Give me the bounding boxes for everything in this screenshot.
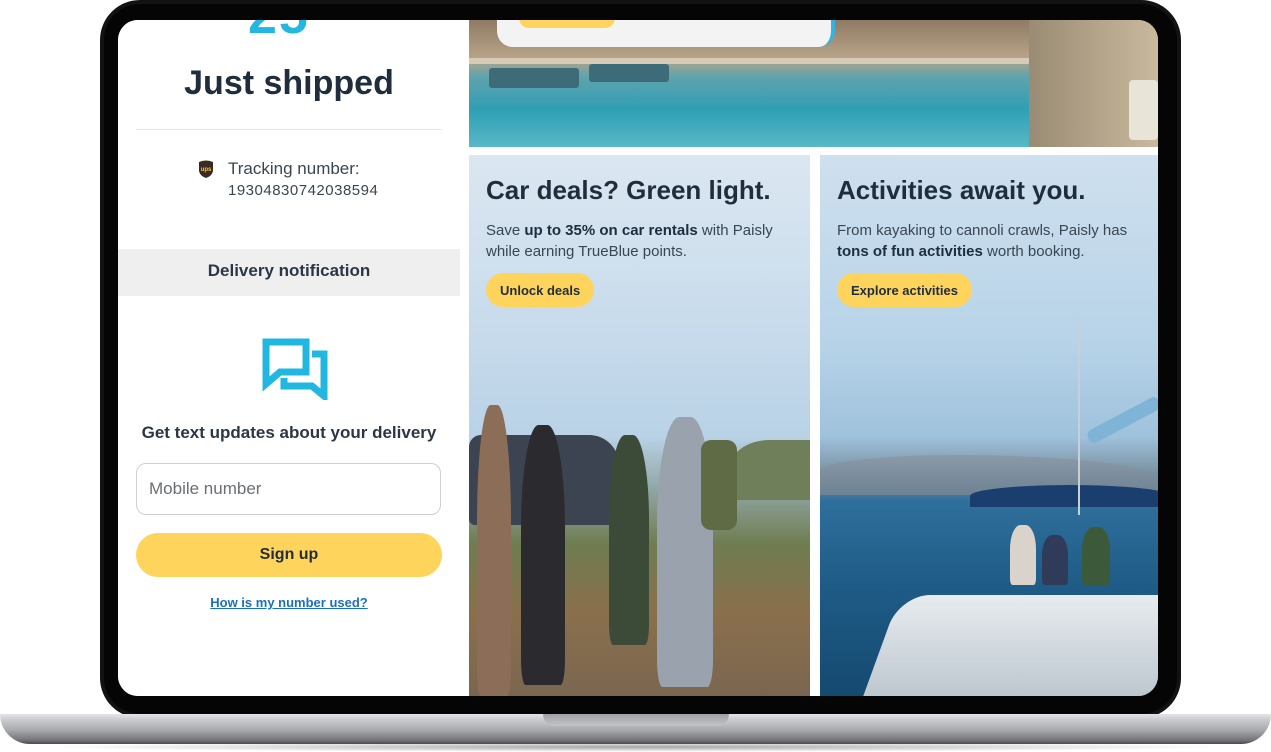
overlay-card-button[interactable] <box>519 20 615 28</box>
passenger-figure <box>1082 527 1110 585</box>
number-usage-link[interactable]: How is my number used? <box>118 595 460 610</box>
notification-header: Delivery notification <box>207 261 371 280</box>
passenger-figure <box>1042 535 1068 585</box>
activities-title: Activities await you. <box>837 175 1086 205</box>
ups-logo-icon: ups <box>199 160 213 178</box>
boat-boom <box>1085 395 1158 445</box>
resort-pool-image <box>469 20 1158 147</box>
mobile-number-input[interactable] <box>136 463 441 515</box>
unlock-deals-button[interactable]: Unlock deals <box>486 273 595 307</box>
shipping-panel: 25 Just shipped ups Tracking number: 193… <box>118 20 469 696</box>
tracking-number[interactable]: 19304830742038594 <box>228 182 378 199</box>
tracking-label: Tracking number: <box>228 159 360 178</box>
boat-deck <box>859 595 1158 696</box>
text-updates-prompt: Get text updates about your delivery <box>141 423 437 442</box>
sign-up-button[interactable]: Sign up <box>136 533 442 577</box>
hiker-figure <box>609 435 649 645</box>
car-deals-description: Save up to 35% on car rentals with Paisl… <box>486 220 786 262</box>
page-title: Just shipped <box>184 64 394 102</box>
divider <box>136 129 442 130</box>
activities-panel: Activities await you. From kayaking to c… <box>820 155 1158 696</box>
activities-description: From kayaking to cannoli crawls, Paisly … <box>837 220 1137 262</box>
towel-stack <box>1129 80 1158 140</box>
hiker-figure <box>521 425 565 685</box>
laptop-hinge-notch <box>543 714 729 726</box>
boat-canopy <box>970 485 1158 507</box>
activities-body-bold: tons of fun activities <box>837 243 983 260</box>
activities-body-suffix: worth booking. <box>982 243 1085 260</box>
car-deals-body-bold: up to 35% on car rentals <box>524 222 698 239</box>
car-deals-panel: Car deals? Green light. Save up to 35% o… <box>469 155 810 696</box>
passenger-figure <box>1010 525 1036 585</box>
car-deals-body-prefix: Save <box>486 222 525 239</box>
chat-bubbles-icon <box>262 338 328 400</box>
lounge-chair <box>589 64 669 82</box>
mast-line <box>1078 315 1080 515</box>
explore-activities-button[interactable]: Explore activities <box>837 273 972 307</box>
backpack <box>701 440 737 530</box>
delivery-date-number: 25 <box>248 20 338 46</box>
hiker-figure <box>477 405 511 696</box>
car-deals-title: Car deals? Green light. <box>486 175 771 205</box>
hill-shape <box>729 440 810 500</box>
lounge-chair <box>489 68 579 88</box>
activities-body-prefix: From kayaking to cannoli crawls, Paisly … <box>837 222 1128 239</box>
laptop-screen: 25 Just shipped ups Tracking number: 193… <box>118 20 1158 696</box>
svg-text:ups: ups <box>201 167 212 173</box>
